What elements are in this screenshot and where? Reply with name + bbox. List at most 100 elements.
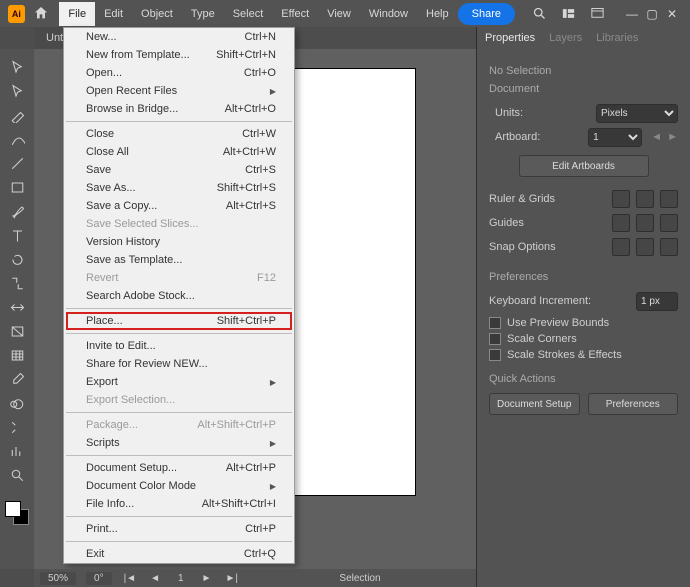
- tool-line-icon[interactable]: [4, 153, 30, 173]
- tool-symbol-sprayer-icon[interactable]: [4, 417, 30, 437]
- tool-blend-icon[interactable]: [4, 393, 30, 413]
- edit-artboards-button[interactable]: Edit Artboards: [519, 155, 649, 177]
- menu-item-new[interactable]: New...Ctrl+N: [64, 28, 294, 46]
- tool-curvature-icon[interactable]: [4, 129, 30, 149]
- menu-item-invite-to-edit[interactable]: Invite to Edit...: [64, 337, 294, 355]
- menu-item-print[interactable]: Print...Ctrl+P: [64, 520, 294, 538]
- check-preview-bounds[interactable]: Use Preview Bounds: [489, 317, 678, 329]
- menu-item-save-as[interactable]: Save As...Shift+Ctrl+S: [64, 179, 294, 197]
- tool-pen-icon[interactable]: [4, 105, 30, 125]
- workspace-icon[interactable]: [590, 6, 605, 22]
- next-artboard-icon[interactable]: ►: [200, 573, 214, 584]
- fill-stroke-swatch[interactable]: [5, 501, 29, 525]
- guides-lock-icon[interactable]: [636, 214, 654, 232]
- menu-file[interactable]: File: [59, 2, 95, 26]
- tool-eyedropper-icon[interactable]: [4, 369, 30, 389]
- menu-item-revert: RevertF12: [64, 269, 294, 287]
- menu-object[interactable]: Object: [132, 2, 182, 26]
- document-setup-button[interactable]: Document Setup: [489, 393, 580, 415]
- menu-item-close[interactable]: CloseCtrl+W: [64, 125, 294, 143]
- menu-effect[interactable]: Effect: [272, 2, 318, 26]
- tool-zoom-icon[interactable]: [4, 465, 30, 485]
- tool-rotate-icon[interactable]: [4, 249, 30, 269]
- menu-item-save-a-copy[interactable]: Save a Copy...Alt+Ctrl+S: [64, 197, 294, 215]
- tool-mesh-icon[interactable]: [4, 345, 30, 365]
- menu-item-close-all[interactable]: Close AllAlt+Ctrl+W: [64, 143, 294, 161]
- tool-paintbrush-icon[interactable]: [4, 201, 30, 221]
- menu-item-exit[interactable]: ExitCtrl+Q: [64, 545, 294, 563]
- menu-view[interactable]: View: [318, 2, 360, 26]
- smart-guides-icon[interactable]: [660, 214, 678, 232]
- transparency-grid-icon[interactable]: [660, 190, 678, 208]
- menu-item-document-color-mode[interactable]: Document Color Mode▶: [64, 477, 294, 495]
- panel-tab-layers[interactable]: Layers: [549, 28, 582, 48]
- kb-increment-label: Keyboard Increment:: [489, 295, 591, 307]
- arrange-icon[interactable]: [561, 6, 576, 22]
- prev-artboard-icon[interactable]: ◄: [148, 573, 162, 584]
- guides-show-icon[interactable]: [612, 214, 630, 232]
- rotation[interactable]: 0°: [86, 572, 112, 585]
- menu-item-export[interactable]: Export▶: [64, 373, 294, 391]
- search-icon[interactable]: [532, 6, 547, 22]
- snap-pixel-icon[interactable]: [612, 238, 630, 256]
- units-label: Units:: [495, 107, 523, 119]
- home-icon[interactable]: [33, 5, 50, 23]
- properties-panel: No Selection Document Units: Pixels Artb…: [477, 49, 690, 587]
- share-button[interactable]: Share: [458, 3, 515, 25]
- ruler-icon[interactable]: [612, 190, 630, 208]
- menu-item-place[interactable]: Place...Shift+Ctrl+P: [66, 312, 292, 330]
- check-scale-corners[interactable]: Scale Corners: [489, 333, 678, 345]
- tool-gradient-icon[interactable]: [4, 321, 30, 341]
- menu-item-search-adobe-stock[interactable]: Search Adobe Stock...: [64, 287, 294, 305]
- minimize-button[interactable]: —: [622, 4, 642, 24]
- panel-tab-properties[interactable]: Properties: [485, 28, 535, 48]
- menu-item-save-as-template[interactable]: Save as Template...: [64, 251, 294, 269]
- status-mode: Selection: [339, 573, 380, 584]
- menu-type[interactable]: Type: [182, 2, 224, 26]
- menu-item-new-from-template[interactable]: New from Template...Shift+Ctrl+N: [64, 46, 294, 64]
- first-artboard-icon[interactable]: |◄: [122, 573, 139, 584]
- tool-selection-icon[interactable]: [4, 57, 30, 77]
- tool-scale-icon[interactable]: [4, 273, 30, 293]
- snap-grid-icon[interactable]: [660, 238, 678, 256]
- maximize-button[interactable]: ▢: [642, 4, 662, 24]
- tool-column-graph-icon[interactable]: [4, 441, 30, 461]
- tool-width-icon[interactable]: [4, 297, 30, 317]
- check-scale-strokes[interactable]: Scale Strokes & Effects: [489, 349, 678, 361]
- preferences-button[interactable]: Preferences: [588, 393, 679, 415]
- tool-rectangle-icon[interactable]: [4, 177, 30, 197]
- artboard-select[interactable]: 1: [588, 128, 642, 147]
- artboard-next-icon[interactable]: ►: [667, 131, 678, 143]
- menu-item-version-history[interactable]: Version History: [64, 233, 294, 251]
- panel-tabs: Properties Layers Libraries: [477, 27, 690, 49]
- tool-direct-selection-icon[interactable]: [4, 81, 30, 101]
- menu-item-open[interactable]: Open...Ctrl+O: [64, 64, 294, 82]
- menu-item-export-selection: Export Selection...: [64, 391, 294, 409]
- units-select[interactable]: Pixels: [596, 104, 678, 123]
- menu-help[interactable]: Help: [417, 2, 458, 26]
- menu-item-browse-in-bridge[interactable]: Browse in Bridge...Alt+Ctrl+O: [64, 100, 294, 118]
- menu-select[interactable]: Select: [224, 2, 273, 26]
- menu-item-scripts[interactable]: Scripts▶: [64, 434, 294, 452]
- menu-item-share-for-review-new[interactable]: Share for Review NEW...: [64, 355, 294, 373]
- grid-icon[interactable]: [636, 190, 654, 208]
- last-artboard-icon[interactable]: ►|: [223, 573, 240, 584]
- snap-point-icon[interactable]: [636, 238, 654, 256]
- menu-window[interactable]: Window: [360, 2, 417, 26]
- menu-item-file-info[interactable]: File Info...Alt+Shift+Ctrl+I: [64, 495, 294, 513]
- artboard-nav-select[interactable]: 1: [172, 573, 190, 584]
- zoom-level[interactable]: 50%: [40, 572, 76, 585]
- artboard-prev-icon[interactable]: ◄: [651, 131, 662, 143]
- menu-edit[interactable]: Edit: [95, 2, 132, 26]
- kb-increment-input[interactable]: [636, 292, 678, 311]
- tool-text-icon[interactable]: [4, 225, 30, 245]
- menu-item-open-recent-files[interactable]: Open Recent Files▶: [64, 82, 294, 100]
- close-button[interactable]: ✕: [662, 4, 682, 24]
- panel-tab-libraries[interactable]: Libraries: [596, 28, 638, 48]
- menu-item-document-setup[interactable]: Document Setup...Alt+Ctrl+P: [64, 459, 294, 477]
- artboard-label: Artboard:: [495, 131, 540, 143]
- menu-bar: Ai FileEditObjectTypeSelectEffectViewWin…: [0, 0, 690, 27]
- menu-item-save-selected-slices: Save Selected Slices...: [64, 215, 294, 233]
- menu-item-save[interactable]: SaveCtrl+S: [64, 161, 294, 179]
- no-selection-label: No Selection: [489, 65, 678, 77]
